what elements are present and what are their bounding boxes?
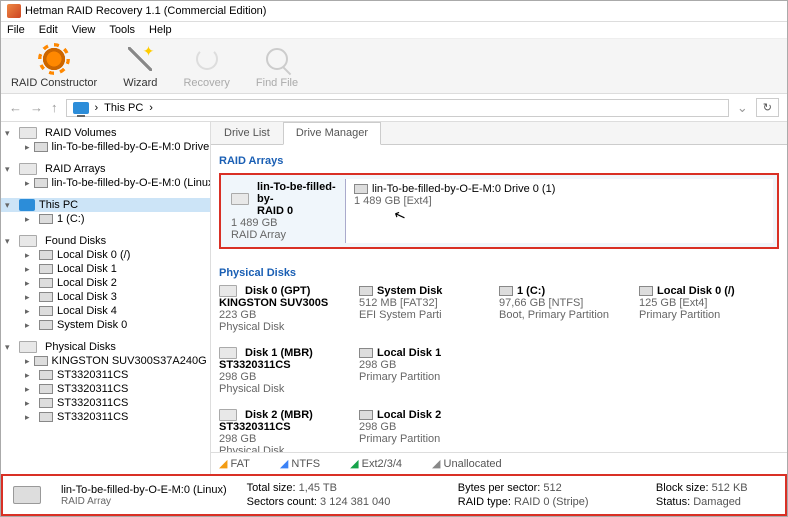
hdd-icon	[219, 409, 237, 421]
tree-found-disks[interactable]: Found Disks	[1, 234, 210, 248]
drive-icon	[34, 178, 48, 188]
status-block-size: 512 KB	[712, 482, 748, 494]
disk-partition[interactable]: System Disk512 MB [FAT32]EFI System Part…	[359, 285, 489, 333]
legend-ntfs: NTFS	[280, 457, 320, 470]
disk-header[interactable]: Disk 0 (GPT)KINGSTON SUV300S223 GBPhysic…	[219, 285, 349, 333]
wizard-label: Wizard	[123, 77, 157, 89]
menu-view[interactable]: View	[72, 24, 96, 36]
volume-icon	[639, 286, 653, 296]
tree-kingston[interactable]: KINGSTON SUV300S37A240G	[1, 354, 210, 368]
tree-c-drive[interactable]: 1 (C:)	[1, 212, 210, 226]
menu-tools[interactable]: Tools	[109, 24, 135, 36]
arrays-icon	[19, 163, 37, 175]
tree-system-disk-0[interactable]: System Disk 0	[1, 318, 210, 332]
pc-icon	[73, 102, 89, 114]
tree-st3[interactable]: ST3320311CS	[1, 396, 210, 410]
menu-bar: File Edit View Tools Help	[1, 22, 787, 39]
raid-partition-name: lin-To-be-filled-by-O-E-M:0 Drive 0 (1)	[372, 183, 555, 195]
disk-header[interactable]: Disk 1 (MBR)ST3320311CS298 GBPhysical Di…	[219, 347, 349, 395]
tree-local-disk-2[interactable]: Local Disk 2	[1, 276, 210, 290]
magnifier-icon	[266, 48, 288, 70]
status-sectors: 3 124 381 040	[320, 496, 390, 508]
raid-array-box[interactable]: lin-To-be-filled-by-RAID 0 1 489 GB RAID…	[219, 173, 779, 249]
tree-physical-disks[interactable]: Physical Disks	[1, 340, 210, 354]
app-icon	[7, 4, 21, 18]
nav-bar: ← → ↑ › This PC › ⌄ ↻	[1, 94, 787, 122]
volume-icon	[499, 286, 513, 296]
nav-dropdown-icon[interactable]: ⌄	[737, 100, 748, 116]
volume-icon	[359, 286, 373, 296]
menu-help[interactable]: Help	[149, 24, 172, 36]
tree-local-disk-1[interactable]: Local Disk 1	[1, 262, 210, 276]
legend-ext: Ext2/3/4	[350, 457, 402, 470]
window-title: Hetman RAID Recovery 1.1 (Commercial Edi…	[25, 5, 266, 17]
sidebar: RAID Volumes lin-To-be-filled-by-O-E-M:0…	[1, 122, 211, 474]
section-physical-disks: Physical Disks	[219, 267, 779, 279]
raid-constructor-label: RAID Constructor	[11, 77, 97, 89]
volume-icon	[359, 348, 373, 358]
hdd-icon	[219, 285, 237, 297]
find-file-label: Find File	[256, 77, 298, 89]
pc-icon	[19, 199, 35, 211]
menu-edit[interactable]: Edit	[39, 24, 58, 36]
breadcrumb[interactable]: › This PC ›	[66, 99, 729, 117]
raid-constructor-button[interactable]: RAID Constructor	[11, 43, 97, 89]
tab-drive-manager[interactable]: Drive Manager	[283, 122, 381, 145]
nav-back-icon[interactable]: ←	[9, 100, 22, 115]
tree-local-disk-0[interactable]: Local Disk 0 (/)	[1, 248, 210, 262]
disk-partition[interactable]: 1 (C:)97,66 GB [NTFS]Boot, Primary Parti…	[499, 285, 629, 333]
legend-fat: FAT	[219, 457, 250, 470]
volume-icon	[359, 410, 373, 420]
status-bar: lin-To-be-filled-by-O-E-M:0 (Linux) RAID…	[1, 474, 787, 516]
status-drive-icon	[13, 486, 41, 504]
wizard-button[interactable]: Wizard	[123, 43, 157, 89]
status-bytes-per-sector: 512	[543, 482, 561, 494]
hdd-icon	[231, 193, 249, 205]
recovery-label: Recovery	[183, 77, 229, 89]
volumes-icon	[19, 127, 37, 139]
tree-raid-array-item[interactable]: lin-To-be-filled-by-O-E-M:0 (Linux)	[1, 176, 210, 190]
status-value: Damaged	[693, 496, 741, 508]
tree-local-disk-3[interactable]: Local Disk 3	[1, 290, 210, 304]
recovery-button: Recovery	[183, 43, 229, 89]
section-raid-arrays: RAID Arrays	[219, 155, 779, 167]
tree-raid-volume-item[interactable]: lin-To-be-filled-by-O-E-M:0 Drive 0	[1, 140, 210, 154]
tree-raid-volumes[interactable]: RAID Volumes	[1, 126, 210, 140]
disk-partition[interactable]: Local Disk 1298 GBPrimary Partition	[359, 347, 489, 395]
disk-header[interactable]: Disk 2 (MBR)ST3320311CS298 GBPhysical Di…	[219, 409, 349, 452]
tab-drive-list[interactable]: Drive List	[211, 122, 283, 144]
status-kind: RAID Array	[61, 496, 227, 507]
legend: FAT NTFS Ext2/3/4 Unallocated	[211, 452, 787, 474]
nav-forward-icon[interactable]: →	[30, 100, 43, 115]
menu-file[interactable]: File	[7, 24, 25, 36]
tabs: Drive List Drive Manager	[211, 122, 787, 145]
tree-this-pc[interactable]: This PC	[1, 198, 210, 212]
wand-icon	[128, 47, 152, 71]
refresh-button[interactable]: ↻	[756, 98, 779, 117]
window-title-bar: Hetman RAID Recovery 1.1 (Commercial Edi…	[1, 1, 787, 22]
found-icon	[19, 235, 37, 247]
find-file-button: Find File	[256, 43, 298, 89]
recovery-icon	[196, 48, 218, 70]
hdd-icon	[219, 347, 237, 359]
status-total-size: 1,45 TB	[299, 482, 337, 494]
disk-partition[interactable]: Local Disk 2298 GBPrimary Partition	[359, 409, 489, 452]
tree-st4[interactable]: ST3320311CS	[1, 410, 210, 424]
disk-partition[interactable]: Local Disk 0 (/)125 GB [Ext4]Primary Par…	[639, 285, 769, 333]
status-raid-type: RAID 0 (Stripe)	[514, 496, 589, 508]
volume-icon	[354, 184, 368, 194]
nav-up-icon[interactable]: ↑	[51, 100, 58, 115]
tree-raid-arrays[interactable]: RAID Arrays	[1, 162, 210, 176]
drive-icon	[39, 214, 53, 224]
drive-icon	[34, 142, 48, 152]
tree-local-disk-4[interactable]: Local Disk 4	[1, 304, 210, 318]
content-pane: Drive List Drive Manager RAID Arrays lin…	[211, 122, 787, 474]
toolbar: RAID Constructor Wizard Recovery Find Fi…	[1, 39, 787, 94]
tree-st1[interactable]: ST3320311CS	[1, 368, 210, 382]
status-name: lin-To-be-filled-by-O-E-M:0 (Linux)	[61, 484, 227, 496]
breadcrumb-path: This PC	[104, 102, 143, 114]
gear-icon	[41, 46, 67, 72]
legend-unallocated: Unallocated	[432, 457, 502, 470]
tree-st2[interactable]: ST3320311CS	[1, 382, 210, 396]
